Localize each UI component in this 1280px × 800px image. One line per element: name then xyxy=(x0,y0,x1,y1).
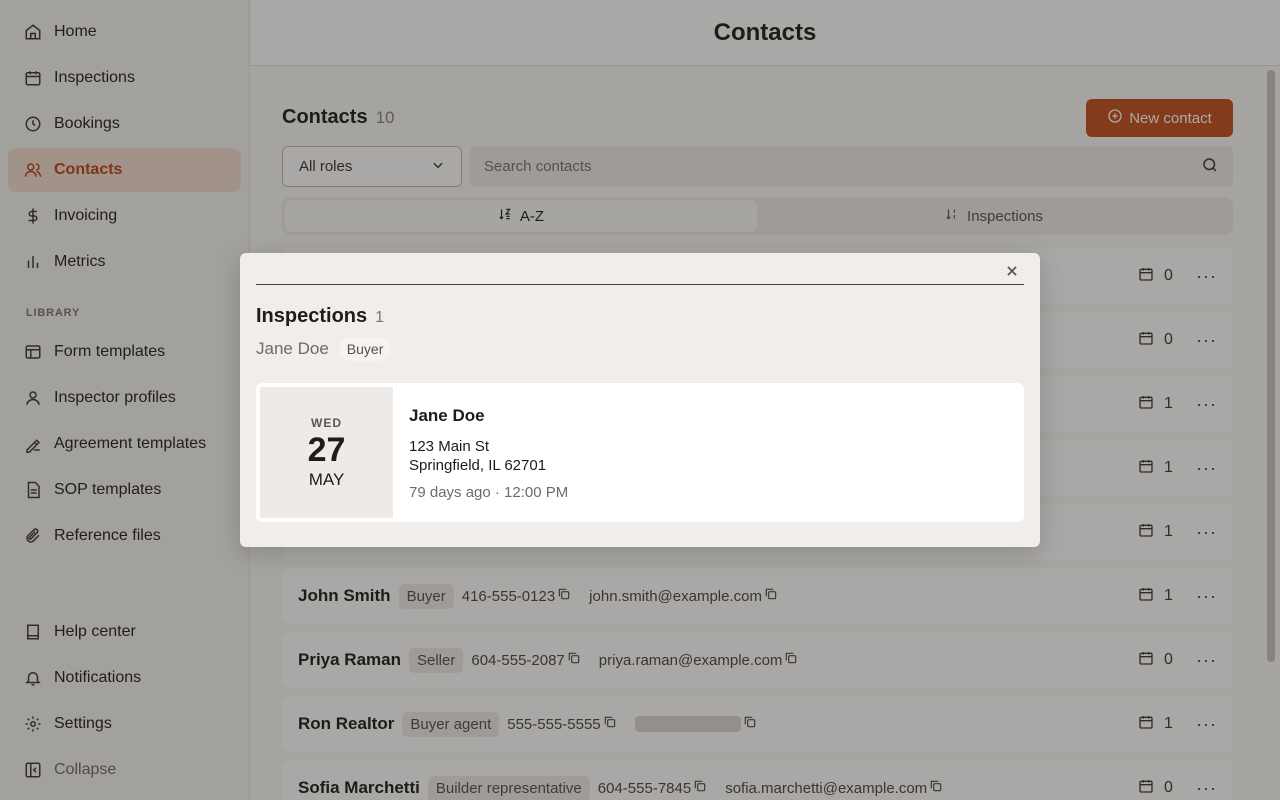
inspection-month: MAY xyxy=(308,469,345,489)
inspection-weekday: WED xyxy=(311,415,342,430)
close-icon[interactable] xyxy=(1002,261,1022,281)
inspection-address-line2: Springfield, IL 62701 xyxy=(409,457,547,474)
modal-count: 1 xyxy=(375,309,385,326)
inspection-date-block: WED 27 MAY xyxy=(260,387,393,518)
modal-contact-name: Jane Doe xyxy=(256,339,329,358)
modal-contact-role-badge: Buyer xyxy=(338,337,392,361)
modal-contact-info: Jane Doe Buyer xyxy=(256,337,392,361)
inspections-modal: Inspections 1 Jane Doe Buyer WED 27 MAY … xyxy=(240,253,1040,547)
inspection-card[interactable]: WED 27 MAY Jane Doe 123 Main St Springfi… xyxy=(256,383,1024,522)
modal-divider xyxy=(256,284,1024,285)
modal-title: Inspections xyxy=(256,305,368,327)
inspection-address-line1: 123 Main St xyxy=(409,438,490,455)
inspection-client-name: Jane Doe xyxy=(409,406,485,425)
inspection-time: 79 days ago · 12:00 PM xyxy=(409,484,569,501)
inspection-day: 27 xyxy=(307,430,346,469)
modal-header: Inspections 1 xyxy=(256,305,384,328)
